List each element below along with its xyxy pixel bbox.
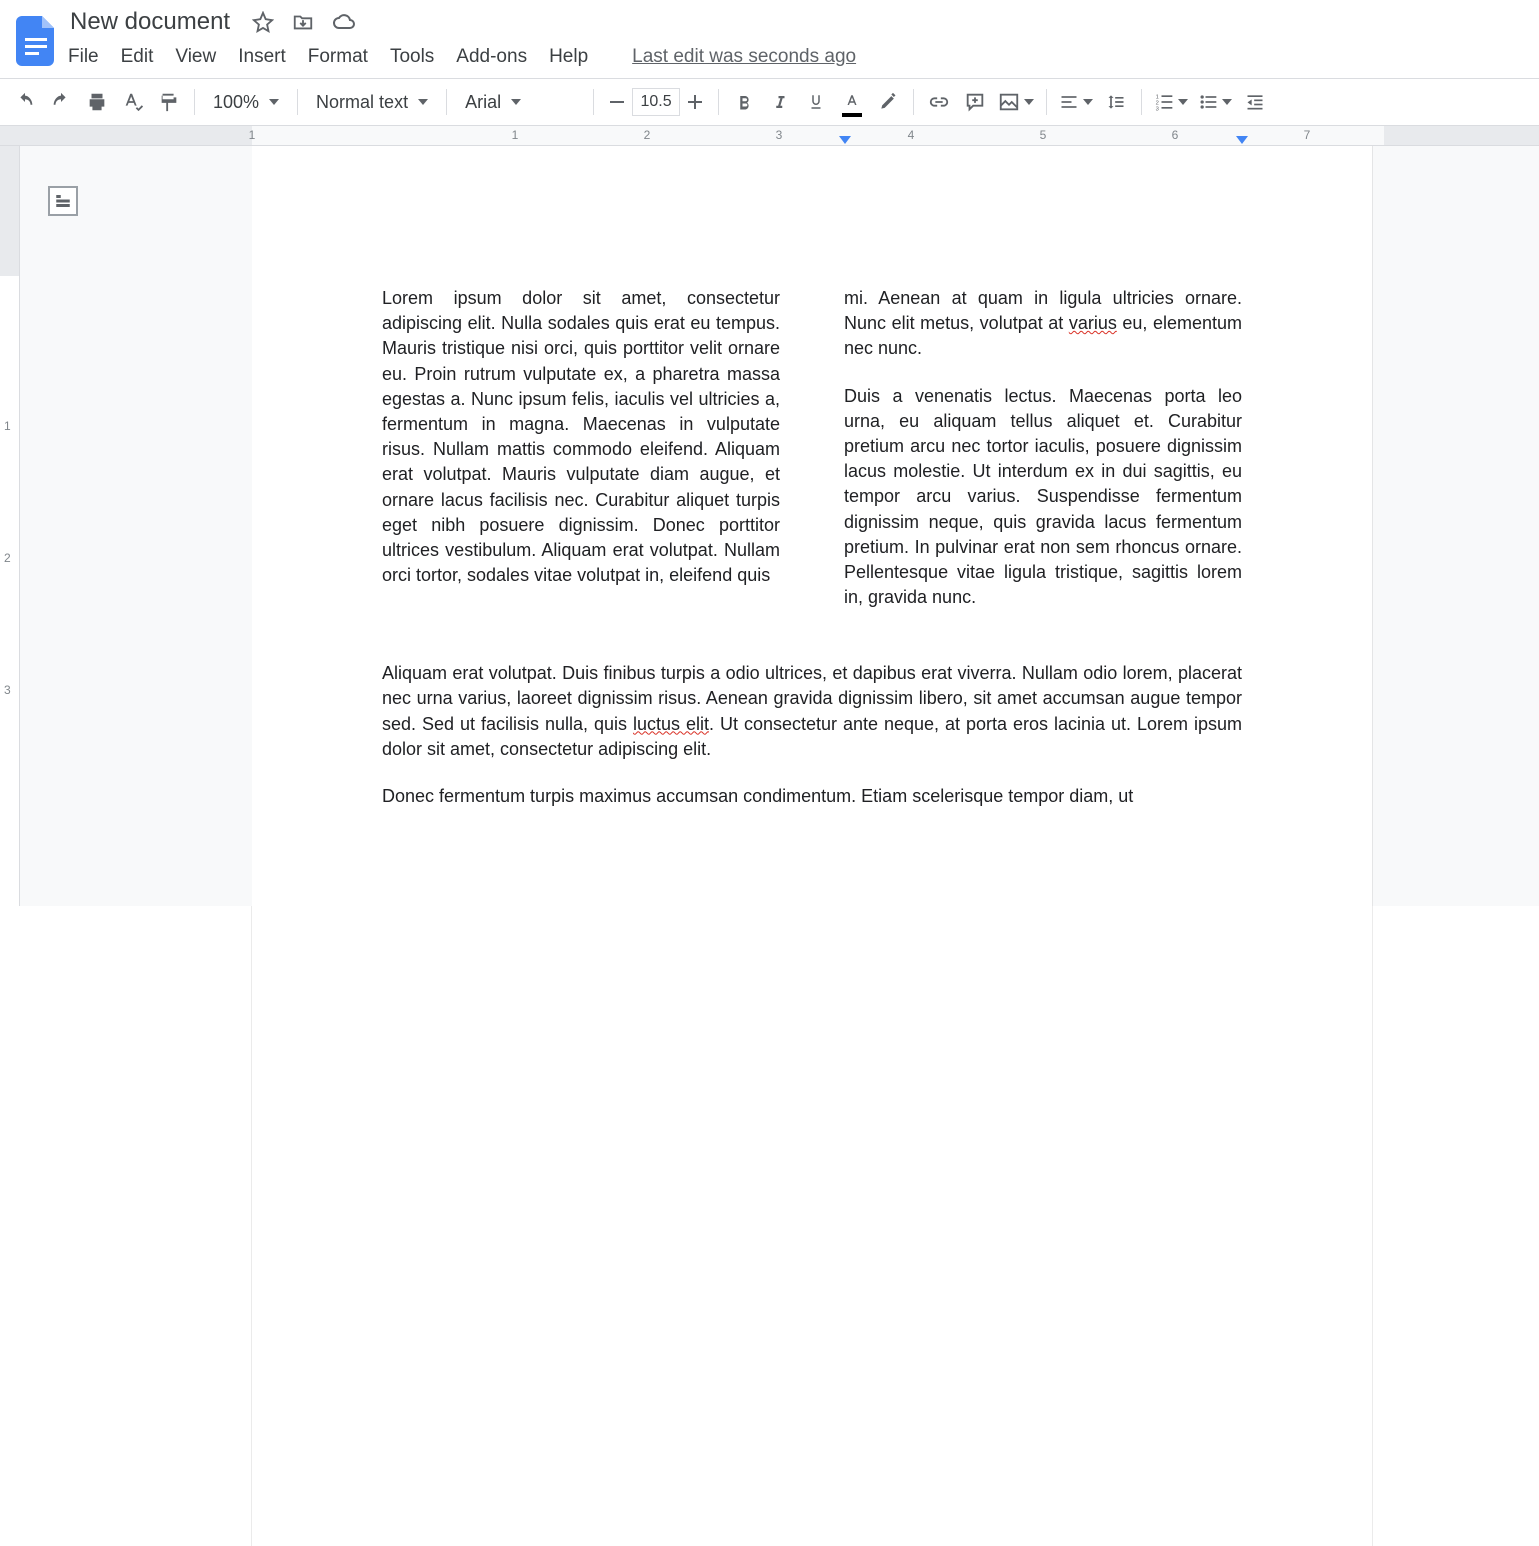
ruler-number: 2 (644, 128, 651, 142)
font-value: Arial (465, 92, 501, 113)
caret-down-icon (269, 99, 279, 105)
redo-icon[interactable] (44, 85, 78, 119)
ruler-number: 1 (512, 128, 519, 142)
add-comment-icon[interactable] (958, 85, 992, 119)
right-indent-marker[interactable] (1236, 136, 1248, 144)
style-value: Normal text (316, 92, 408, 113)
separator (1046, 89, 1047, 115)
paragraph[interactable]: Donec fermentum turpis maximus accumsan … (382, 784, 1242, 809)
paragraph-style-select[interactable]: Normal text (306, 92, 438, 113)
spelling-error[interactable]: luctus elit (633, 714, 709, 734)
line-spacing-icon[interactable] (1099, 85, 1133, 119)
ruler-number: 6 (1172, 128, 1179, 142)
cloud-status-icon[interactable] (332, 12, 356, 32)
spellcheck-icon[interactable] (116, 85, 150, 119)
document-page[interactable]: Lorem ipsum dolor sit amet, consectetur … (252, 146, 1372, 1546)
separator (1141, 89, 1142, 115)
ruler-number: 4 (908, 128, 915, 142)
paragraph[interactable]: Aliquam erat volutpat. Duis finibus turp… (382, 661, 1242, 762)
undo-icon[interactable] (8, 85, 42, 119)
left-indent-marker[interactable] (839, 136, 851, 144)
menu-addons[interactable]: Add-ons (456, 46, 527, 68)
menu-view[interactable]: View (175, 46, 216, 68)
star-icon[interactable] (252, 11, 274, 33)
caret-down-icon (1178, 99, 1188, 105)
ruler-number: 5 (1040, 128, 1047, 142)
menu-help[interactable]: Help (549, 46, 588, 68)
vruler-number: 3 (4, 683, 11, 697)
print-icon[interactable] (80, 85, 114, 119)
separator (913, 89, 914, 115)
vertical-ruler[interactable]: 1 2 3 (0, 146, 20, 906)
text-color-icon[interactable] (835, 85, 869, 119)
svg-text:3: 3 (1156, 106, 1159, 112)
caret-down-icon (418, 99, 428, 105)
align-icon[interactable] (1055, 92, 1097, 112)
paragraph[interactable]: Duis a venenatis lectus. Maecenas porta … (844, 384, 1242, 611)
font-size-group: 10.5 (602, 85, 710, 119)
zoom-select[interactable]: 100% (203, 92, 289, 113)
vruler-margin (0, 146, 19, 276)
last-edit-link[interactable]: Last edit was seconds ago (632, 46, 856, 68)
caret-down-icon (1222, 99, 1232, 105)
paragraph[interactable]: Lorem ipsum dolor sit amet, consectetur … (382, 286, 780, 588)
font-size-input[interactable]: 10.5 (632, 88, 680, 116)
menu-edit[interactable]: Edit (121, 46, 154, 68)
zoom-value: 100% (213, 92, 259, 113)
spelling-error[interactable]: varius (1069, 313, 1117, 333)
document-outline-icon[interactable] (48, 186, 78, 216)
insert-image-icon[interactable] (994, 91, 1038, 113)
separator (446, 89, 447, 115)
vruler-number: 1 (4, 419, 11, 433)
toolbar: 100% Normal text Arial 10.5 123 (0, 78, 1539, 126)
underline-icon[interactable] (799, 85, 833, 119)
caret-down-icon (1024, 99, 1034, 105)
vruler-number: 2 (4, 551, 11, 565)
title-bar: New document File Edit View Insert Forma… (0, 0, 1539, 78)
highlight-color-icon[interactable] (871, 85, 905, 119)
italic-icon[interactable] (763, 85, 797, 119)
insert-link-icon[interactable] (922, 85, 956, 119)
separator (593, 89, 594, 115)
ruler-number: 1 (249, 128, 256, 142)
separator (718, 89, 719, 115)
menu-insert[interactable]: Insert (238, 46, 286, 68)
menu-tools[interactable]: Tools (390, 46, 434, 68)
two-column-section: Lorem ipsum dolor sit amet, consectetur … (382, 286, 1242, 621)
bold-icon[interactable] (727, 85, 761, 119)
separator (297, 89, 298, 115)
ruler-number: 7 (1304, 128, 1311, 142)
docs-logo-icon[interactable] (10, 6, 62, 76)
horizontal-ruler[interactable]: 1 1 2 3 4 5 6 7 (0, 126, 1539, 146)
menu-format[interactable]: Format (308, 46, 368, 68)
editor-area: 1 2 3 Lorem ipsum dolor sit amet, consec… (0, 146, 1539, 906)
paint-format-icon[interactable] (152, 85, 186, 119)
move-icon[interactable] (292, 11, 314, 33)
decrease-indent-icon[interactable] (1238, 85, 1272, 119)
ruler-number: 3 (776, 128, 783, 142)
document-title[interactable]: New document (66, 6, 234, 38)
bulleted-list-icon[interactable] (1194, 92, 1236, 112)
caret-down-icon (1083, 99, 1093, 105)
menu-file[interactable]: File (68, 46, 99, 68)
paragraph[interactable]: mi. Aenean at quam in ligula ultricies o… (844, 286, 1242, 362)
separator (194, 89, 195, 115)
decrease-font-icon[interactable] (602, 85, 632, 119)
left-gutter (20, 146, 252, 906)
increase-font-icon[interactable] (680, 85, 710, 119)
font-select[interactable]: Arial (455, 92, 585, 113)
caret-down-icon (511, 99, 521, 105)
numbered-list-icon[interactable]: 123 (1150, 92, 1192, 112)
menu-bar: File Edit View Insert Format Tools Add-o… (66, 38, 856, 78)
